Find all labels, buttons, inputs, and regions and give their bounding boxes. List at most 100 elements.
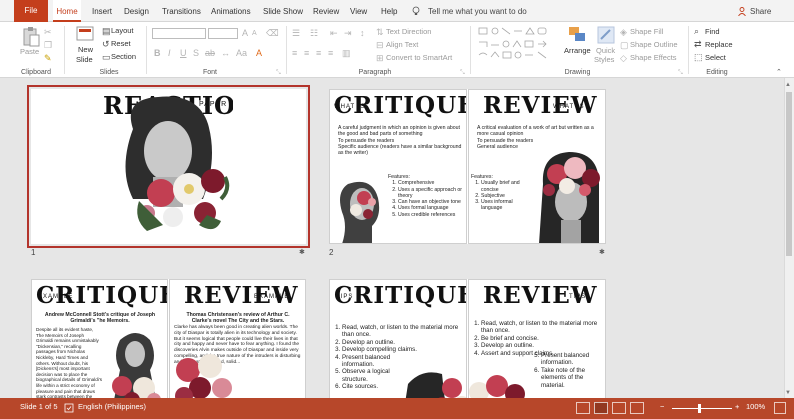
tip-item: Observe a logical structure. [342, 368, 400, 383]
new-slide-icon[interactable] [76, 26, 94, 42]
zoom-slider[interactable] [672, 408, 732, 409]
normal-view-button[interactable] [576, 402, 590, 414]
font-group-label: Font [202, 69, 217, 76]
tab-animations[interactable]: Animations [211, 0, 251, 22]
replace-button[interactable]: Replace [705, 40, 733, 49]
slide-thumbnail-4[interactable]: CRITIQUE TIPS Read, watch, or listen to … [329, 279, 606, 398]
format-painter-icon[interactable]: ✎ [44, 53, 52, 63]
decrease-font-icon[interactable]: A [252, 29, 257, 39]
critique-title: CRITIQUE [334, 282, 467, 309]
share-button[interactable]: Share [750, 0, 771, 22]
cut-icon[interactable]: ✂ [44, 27, 52, 37]
reset-button[interactable]: Reset [111, 39, 131, 48]
change-case-icon[interactable]: Aa [236, 48, 247, 58]
clipboard-group-label: Clipboard [21, 69, 51, 76]
person-icon [738, 7, 746, 16]
align-right-icon[interactable]: ≡ [316, 48, 321, 58]
shape-fill-button[interactable]: Shape Fill [630, 27, 663, 36]
clear-format-icon[interactable]: ⌫ [266, 28, 279, 38]
tab-slide-show[interactable]: Slide Show [263, 0, 303, 22]
new-slide-label-2[interactable]: Slide [76, 55, 93, 64]
fit-to-window-button[interactable] [774, 402, 786, 414]
align-text-button[interactable]: Align Text [386, 40, 418, 49]
critique-bullet: A careful judgment in which an opinion i… [338, 125, 464, 138]
justify-icon[interactable]: ≡ [328, 48, 333, 58]
convert-smartart-button[interactable]: Convert to SmartArt [386, 53, 452, 62]
bullets-icon[interactable]: ☰ [292, 28, 300, 38]
arrange-button[interactable]: Arrange [564, 46, 591, 55]
language-indicator[interactable]: English (Philippines) [78, 402, 146, 411]
increase-font-icon[interactable]: A [242, 28, 248, 38]
arrange-icon[interactable] [568, 26, 588, 44]
italic-icon[interactable]: I [168, 48, 171, 58]
quick-styles-icon[interactable] [597, 26, 615, 44]
slide-show-button[interactable] [630, 402, 644, 414]
char-spacing-icon[interactable]: ↔ [221, 48, 230, 58]
numbering-icon[interactable]: ☷ [310, 28, 318, 38]
align-center-icon[interactable]: ≡ [304, 48, 309, 58]
tab-view[interactable]: View [350, 0, 367, 22]
shapes-gallery-icon[interactable] [478, 27, 558, 61]
critique-tag: WHAT IS [334, 104, 366, 110]
spelling-check-icon[interactable] [64, 403, 74, 413]
scrollbar-thumb[interactable] [786, 92, 792, 256]
shape-effects-button[interactable]: Shape Effects [630, 53, 677, 62]
scroll-up-icon[interactable]: ▲ [785, 80, 791, 90]
align-left-icon[interactable]: ≡ [292, 48, 297, 58]
separator [64, 26, 65, 74]
tip-item: Present balanced information. [541, 352, 603, 367]
tab-review[interactable]: Review [313, 0, 339, 22]
drawing-group-label: Drawing [564, 69, 591, 76]
review-tag: TIPS [569, 294, 587, 300]
zoom-in-button[interactable]: + [735, 402, 739, 411]
quick-styles-label-2[interactable]: Styles [594, 55, 614, 64]
tab-design[interactable]: Design [124, 0, 149, 22]
text-direction-button[interactable]: Text Direction [386, 27, 431, 36]
tab-help[interactable]: Help [381, 0, 397, 22]
slide-thumbnail-2[interactable]: CRITIQUE WHAT IS A careful judgment in w… [329, 89, 606, 244]
zoom-slider-thumb[interactable] [698, 404, 701, 413]
paragraph-dialog-launcher-icon[interactable]: ⤡ [460, 68, 465, 78]
slide-thumbnail-1[interactable]: REACTION PAPER [27, 85, 310, 248]
shadow-icon[interactable]: S [193, 48, 199, 58]
decrease-indent-icon[interactable]: ⇤ [330, 28, 338, 38]
tab-home[interactable]: Home [53, 0, 81, 22]
strikethrough-icon[interactable]: ab [205, 48, 215, 58]
copy-icon[interactable]: ❐ [44, 40, 52, 50]
slide-thumbnail-3[interactable]: CRITIQUE EXAMPLE Andrew McConnell Stott'… [31, 279, 306, 398]
font-dialog-launcher-icon[interactable]: ⤡ [276, 68, 281, 78]
tab-insert[interactable]: Insert [92, 0, 112, 22]
scroll-down-icon[interactable]: ▼ [785, 388, 791, 398]
drawing-dialog-launcher-icon[interactable]: ⤡ [678, 68, 683, 78]
critique-tips-panel: CRITIQUE TIPS Read, watch, or listen to … [329, 279, 467, 398]
tip-item: Develop an outline. [481, 342, 603, 349]
shape-outline-button[interactable]: Shape Outline [630, 40, 678, 49]
collapse-ribbon-icon[interactable]: ⌃ [776, 68, 782, 78]
bold-icon[interactable]: B [154, 48, 161, 58]
tab-transitions[interactable]: Transitions [162, 0, 201, 22]
reading-view-button[interactable] [612, 402, 626, 414]
font-name-dropdown[interactable] [152, 28, 206, 39]
zoom-level[interactable]: 100% [746, 402, 765, 411]
paste-icon[interactable] [22, 26, 40, 48]
transition-star-icon[interactable]: ✱ [599, 248, 605, 256]
layout-button[interactable]: Layout [111, 26, 134, 35]
font-color-icon[interactable]: A [256, 48, 262, 58]
review-tips-panel: REVIEW TIPS Read, watch, or listen to th… [468, 279, 606, 398]
section-button[interactable]: Section [111, 52, 136, 61]
transition-star-icon[interactable]: ✱ [299, 248, 305, 256]
quick-styles-label[interactable]: Quick [596, 46, 615, 55]
underline-icon[interactable]: U [180, 48, 187, 58]
slide-sorter-view-button[interactable] [594, 402, 608, 414]
zoom-out-button[interactable]: − [660, 402, 664, 411]
slide-number: 2 [329, 248, 334, 257]
new-slide-label[interactable]: New [78, 45, 93, 54]
font-size-dropdown[interactable] [208, 28, 238, 39]
columns-icon[interactable]: ▥ [342, 48, 351, 58]
increase-indent-icon[interactable]: ⇥ [344, 28, 352, 38]
tab-file[interactable]: File [14, 0, 48, 22]
select-button[interactable]: Select [705, 53, 726, 62]
tell-me-search[interactable]: Tell me what you want to do [428, 0, 527, 22]
find-button[interactable]: Find [705, 27, 720, 36]
line-spacing-icon[interactable]: ↕ [360, 28, 365, 38]
